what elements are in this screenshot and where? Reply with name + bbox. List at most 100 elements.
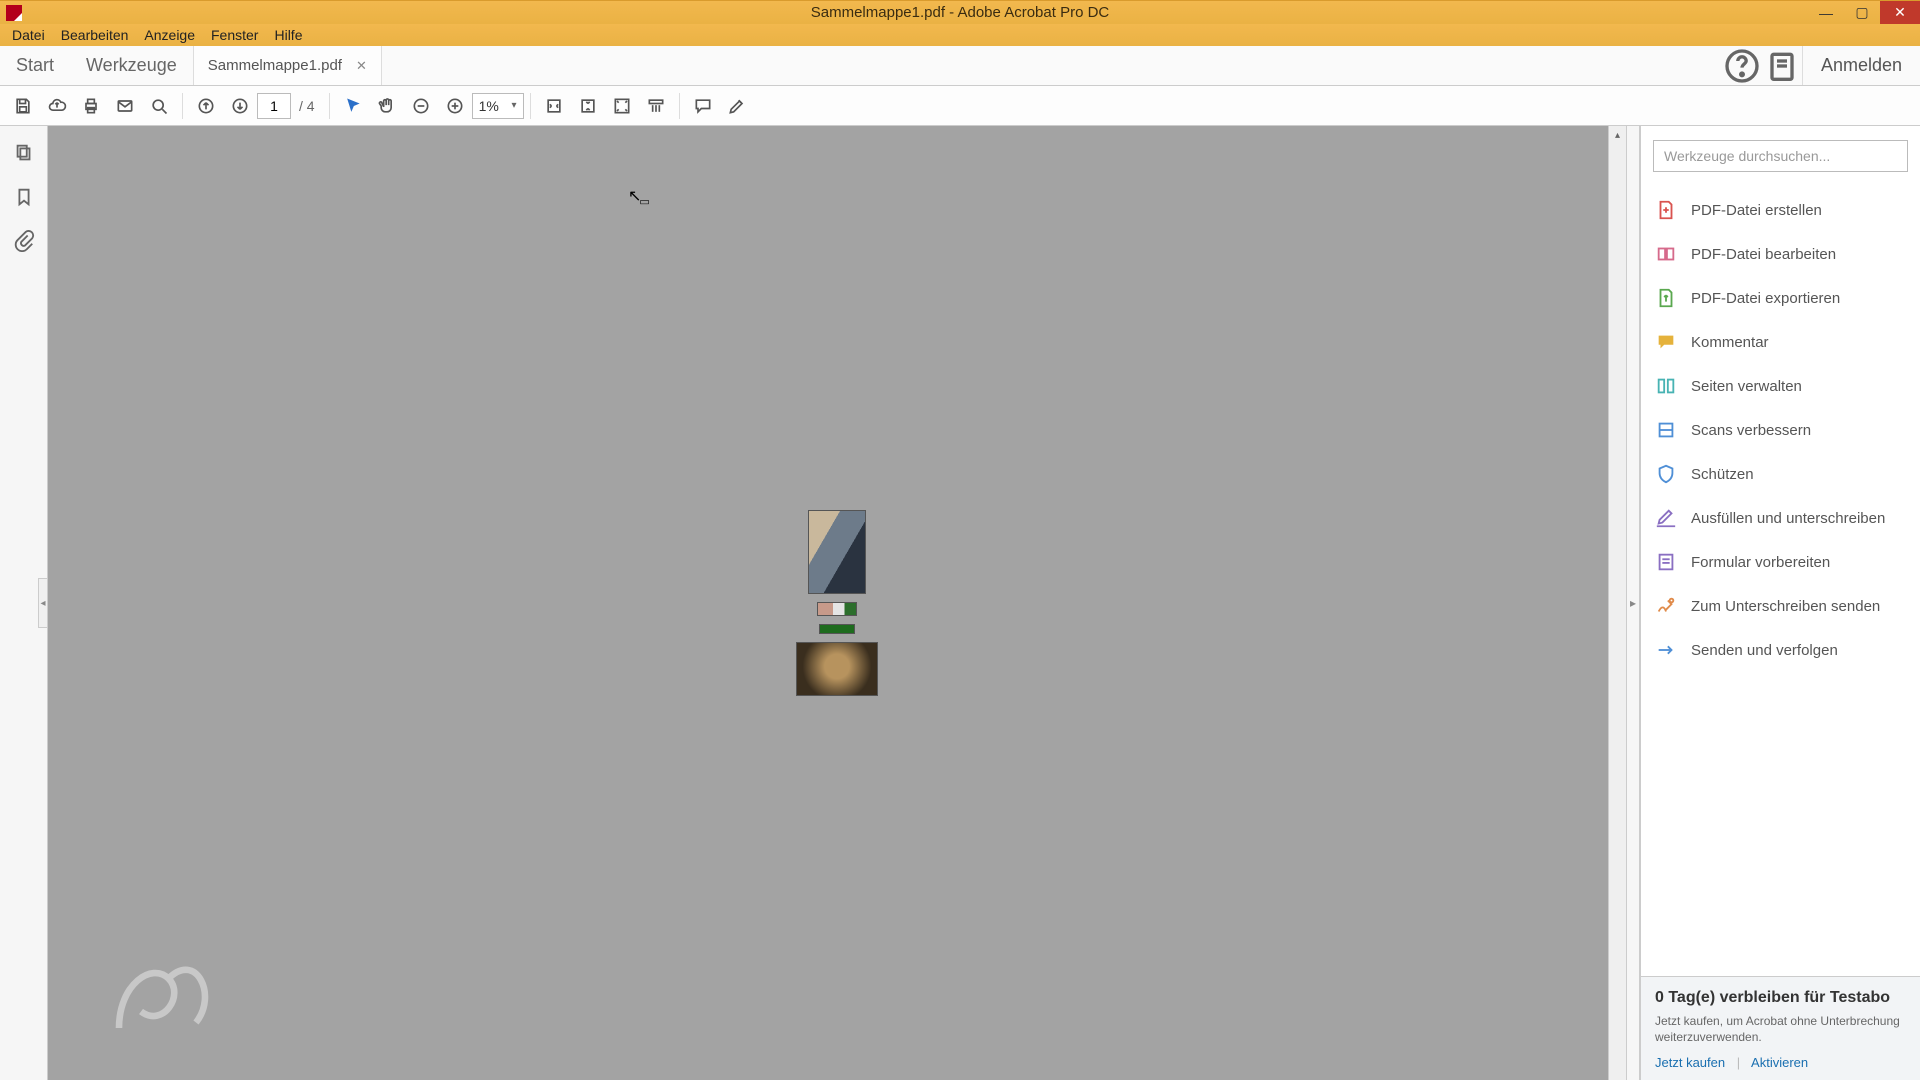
prev-page-button[interactable] [189, 89, 223, 123]
tool-item-label: Ausfüllen und unterschreiben [1691, 510, 1885, 527]
thumbnails-icon[interactable] [13, 142, 35, 164]
attachments-icon[interactable] [13, 230, 35, 252]
document-tab[interactable]: Sammelmappe1.pdf ✕ [193, 46, 382, 85]
tools-list: PDF-Datei erstellen PDF-Datei bearbeiten P… [1641, 180, 1920, 976]
tool-item-sendsign[interactable]: Zum Unterschreiben senden [1641, 584, 1920, 628]
tool-item-scan[interactable]: Scans verbessern [1641, 408, 1920, 452]
document-canvas[interactable]: ↖▭ ▴ [48, 126, 1626, 1080]
menu-bearbeiten[interactable]: Bearbeiten [53, 25, 137, 45]
tool-item-comment[interactable]: Kommentar [1641, 320, 1920, 364]
menubar: Datei Bearbeiten Anzeige Fenster Hilfe [0, 24, 1920, 46]
bookmarks-icon[interactable] [13, 186, 35, 208]
maximize-button[interactable]: ▢ [1844, 1, 1880, 24]
cursor-icon: ↖▭ [628, 186, 652, 206]
tabrow: Start Werkzeuge Sammelmappe1.pdf ✕ Anmel… [0, 46, 1920, 86]
tool-item-pages[interactable]: Seiten verwalten [1641, 364, 1920, 408]
sendsign-icon [1655, 595, 1677, 617]
tool-item-form[interactable]: Formular vorbereiten [1641, 540, 1920, 584]
zoom-value: 1% [479, 98, 499, 114]
search-button[interactable] [142, 89, 176, 123]
page-thumbnail[interactable] [817, 602, 857, 616]
signin-link[interactable]: Anmelden [1802, 46, 1920, 85]
page-thumbnail[interactable] [819, 624, 855, 634]
tools-search-input[interactable]: Werkzeuge durchsuchen... [1653, 140, 1908, 172]
comment-button[interactable] [686, 89, 720, 123]
tab-start[interactable]: Start [0, 46, 70, 85]
edit-icon [1655, 243, 1677, 265]
tool-item-export[interactable]: PDF-Datei exportieren [1641, 276, 1920, 320]
menu-hilfe[interactable]: Hilfe [266, 25, 310, 45]
trial-banner: 0 Tag(e) verbleiben für Testabo Jetzt ka… [1641, 976, 1920, 1080]
tool-item-create[interactable]: PDF-Datei erstellen [1641, 188, 1920, 232]
tool-item-fill[interactable]: Ausfüllen und unterschreiben [1641, 496, 1920, 540]
scan-icon [1655, 419, 1677, 441]
tools-panel: Werkzeuge durchsuchen... PDF-Datei erste… [1640, 126, 1920, 1080]
buy-now-link[interactable]: Jetzt kaufen [1655, 1055, 1725, 1070]
highlight-button[interactable] [720, 89, 754, 123]
trial-description: Jetzt kaufen, um Acrobat ohne Unterbrech… [1655, 1013, 1906, 1045]
email-button[interactable] [108, 89, 142, 123]
document-tab-label: Sammelmappe1.pdf [208, 57, 342, 74]
tab-tools[interactable]: Werkzeuge [70, 46, 193, 85]
fit-width-button[interactable] [537, 89, 571, 123]
create-icon [1655, 199, 1677, 221]
watermark-logo-icon [108, 950, 218, 1040]
window-title: Sammelmappe1.pdf - Adobe Acrobat Pro DC [811, 4, 1110, 21]
zoom-dropdown[interactable]: 1% ▾ [472, 93, 524, 119]
tool-item-label: PDF-Datei erstellen [1691, 202, 1822, 219]
tool-item-label: PDF-Datei bearbeiten [1691, 246, 1836, 263]
fit-visible-button[interactable] [605, 89, 639, 123]
page-thumbnails-stack [796, 510, 878, 696]
select-tool-button[interactable] [336, 89, 370, 123]
tool-item-edit[interactable]: PDF-Datei bearbeiten [1641, 232, 1920, 276]
cloud-upload-button[interactable] [40, 89, 74, 123]
tool-item-label: Schützen [1691, 466, 1754, 483]
menu-anzeige[interactable]: Anzeige [136, 25, 203, 45]
page-count-label: / 4 [291, 98, 323, 114]
protect-icon [1655, 463, 1677, 485]
page-thumbnail[interactable] [796, 642, 878, 696]
tool-item-label: Senden und verfolgen [1691, 642, 1838, 659]
chevron-down-icon: ▾ [512, 100, 517, 111]
tool-item-label: Seiten verwalten [1691, 378, 1802, 395]
export-icon [1655, 287, 1677, 309]
close-button[interactable]: ✕ [1880, 1, 1920, 24]
form-icon [1655, 551, 1677, 573]
pages-icon [1655, 375, 1677, 397]
toolbar: / 4 1% ▾ [0, 86, 1920, 126]
menu-fenster[interactable]: Fenster [203, 25, 266, 45]
titlebar: Sammelmappe1.pdf - Adobe Acrobat Pro DC … [0, 0, 1920, 24]
tool-item-label: Kommentar [1691, 334, 1769, 351]
help-icon[interactable] [1722, 46, 1762, 85]
zoom-in-button[interactable] [438, 89, 472, 123]
print-button[interactable] [74, 89, 108, 123]
fit-page-button[interactable] [571, 89, 605, 123]
read-mode-button[interactable] [639, 89, 673, 123]
tool-item-label: Zum Unterschreiben senden [1691, 598, 1880, 615]
hand-tool-button[interactable] [370, 89, 404, 123]
trial-headline: 0 Tag(e) verbleiben für Testabo [1655, 989, 1906, 1007]
tool-item-protect[interactable]: Schützen [1641, 452, 1920, 496]
comment-icon [1655, 331, 1677, 353]
left-panel-expand-handle[interactable]: ◂ [38, 578, 48, 628]
scroll-up-arrow-icon[interactable]: ▴ [1609, 126, 1626, 144]
left-nav-rail: ◂ [0, 126, 48, 1080]
main-area: ◂ ↖▭ ▴ ▸ Werkzeuge durchsuchen... PDF-Da… [0, 126, 1920, 1080]
close-tab-icon[interactable]: ✕ [356, 58, 367, 74]
tool-item-label: Scans verbessern [1691, 422, 1811, 439]
page-thumbnail[interactable] [808, 510, 866, 594]
page-number-input[interactable] [257, 93, 291, 119]
activate-link[interactable]: Aktivieren [1751, 1055, 1808, 1070]
right-panel-collapse-handle[interactable]: ▸ [1626, 126, 1640, 1080]
vertical-scrollbar[interactable]: ▴ [1608, 126, 1626, 1080]
menu-datei[interactable]: Datei [4, 25, 53, 45]
zoom-out-button[interactable] [404, 89, 438, 123]
next-page-button[interactable] [223, 89, 257, 123]
tool-item-label: Formular vorbereiten [1691, 554, 1830, 571]
notifications-icon[interactable] [1762, 46, 1802, 85]
search-placeholder: Werkzeuge durchsuchen... [1664, 148, 1830, 164]
save-button[interactable] [6, 89, 40, 123]
tool-item-track[interactable]: Senden und verfolgen [1641, 628, 1920, 672]
track-icon [1655, 639, 1677, 661]
minimize-button[interactable]: ― [1808, 1, 1844, 24]
